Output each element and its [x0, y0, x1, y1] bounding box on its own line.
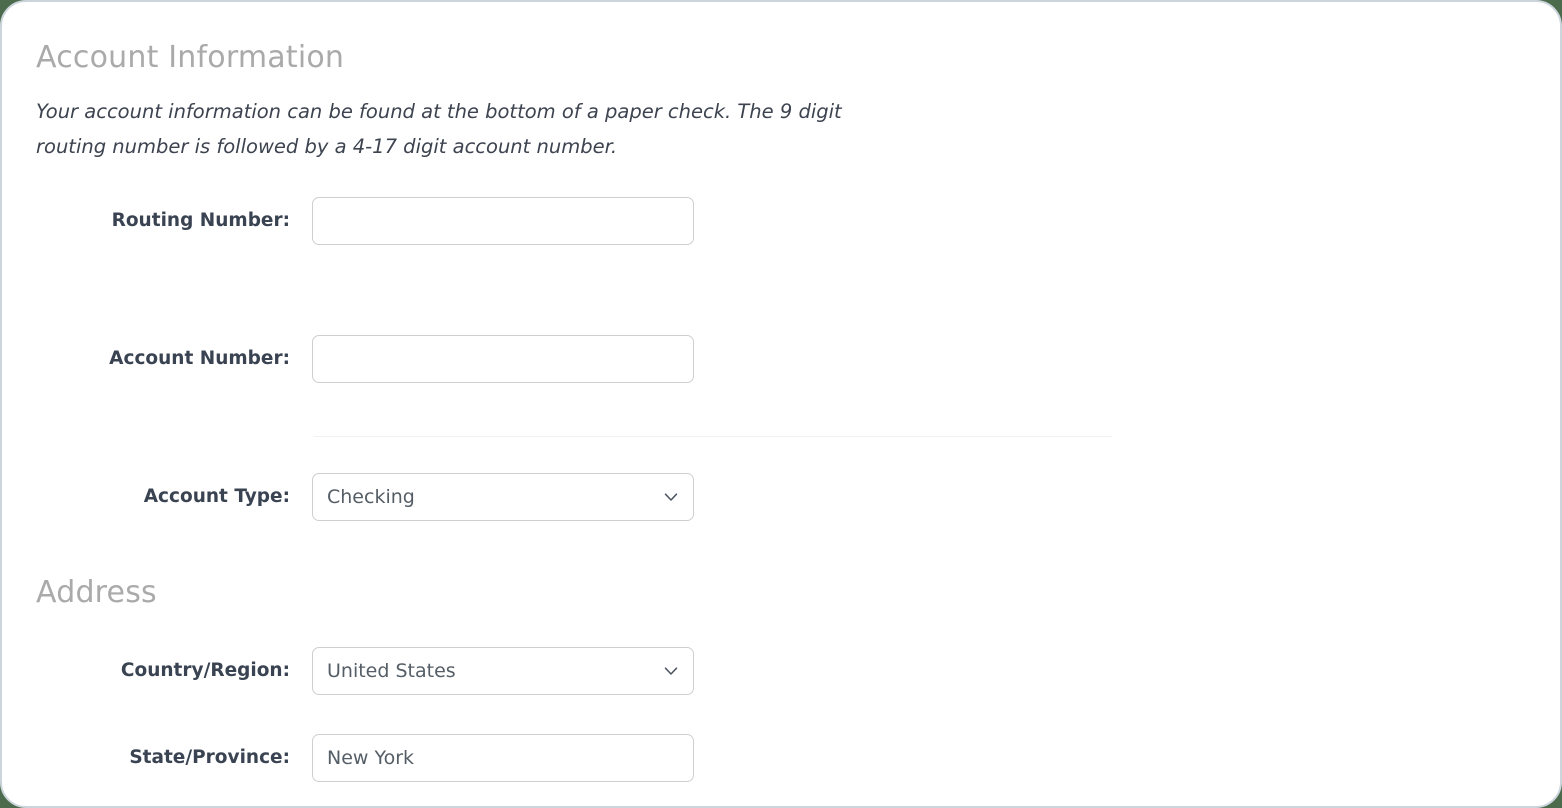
account-type-select[interactable]: Checking [312, 473, 694, 521]
account-information-heading: Account Information [36, 40, 345, 75]
account-type-row: Account Type: Checking [2, 473, 1560, 521]
routing-number-label: Routing Number: [111, 210, 290, 231]
account-number-row: Account Number: [2, 335, 1560, 383]
helper-text-line-1: Your account information can be found at… [36, 100, 842, 123]
routing-number-row: Routing Number: [2, 197, 1560, 245]
section-divider [314, 436, 1112, 437]
state-province-label: State/Province: [129, 747, 290, 768]
account-information-form-card: Account Information Your account informa… [0, 0, 1562, 808]
routing-number-input[interactable] [312, 197, 694, 245]
country-region-value: United States [327, 660, 456, 682]
chevron-down-icon [662, 662, 680, 680]
country-region-select[interactable]: United States [312, 647, 694, 695]
helper-text-line-2: routing number is followed by a 4-17 dig… [36, 135, 618, 158]
state-province-row: State/Province: New York [2, 734, 1560, 782]
account-number-input[interactable] [312, 335, 694, 383]
chevron-down-icon [662, 488, 680, 506]
address-heading: Address [36, 575, 157, 610]
account-number-label: Account Number: [109, 348, 290, 369]
country-region-label: Country/Region: [120, 660, 290, 681]
account-type-label: Account Type: [143, 486, 290, 507]
country-region-row: Country/Region: United States [2, 647, 1560, 695]
state-province-input[interactable]: New York [312, 734, 694, 782]
account-type-value: Checking [327, 486, 415, 508]
account-information-helper-text: Your account information can be found at… [36, 94, 912, 164]
